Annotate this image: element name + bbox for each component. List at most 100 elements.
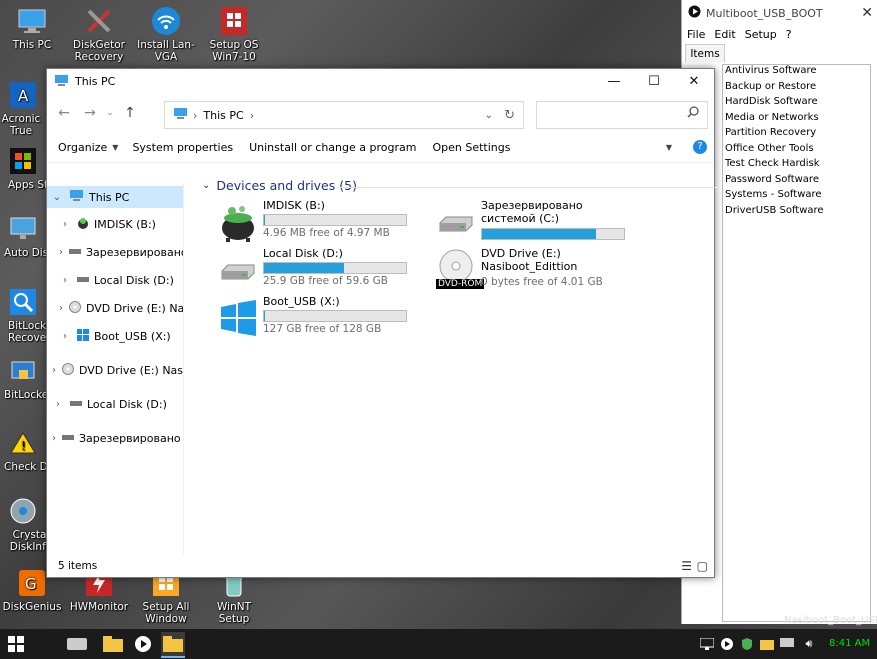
nav-item-reserved[interactable]: › Зарезервировано [47,241,183,263]
clock[interactable]: 8:41 AM [829,638,870,649]
tray-shield-icon[interactable] [738,632,756,656]
chevron-right-icon[interactable]: › [59,219,71,230]
nav-item-local-disk[interactable]: › Local Disk (D:) [47,269,183,291]
volume-icon[interactable]: 🔊︎ [800,632,818,656]
maximize-button[interactable]: ☐ [634,69,674,94]
tiles-view-icon[interactable]: ▢ [697,559,708,573]
open-settings-button[interactable]: Open Settings [432,141,510,154]
chevron-down-icon[interactable]: ⌄ [51,192,63,203]
back-button[interactable]: ← [51,105,77,121]
drive-tile[interactable]: IMDISK (B:) 4.96 MB free of 4.97 MB [218,199,418,245]
keyboard-icon[interactable] [65,632,89,656]
help-icon[interactable]: ? [693,140,707,154]
drive-usage-bar [263,310,407,322]
menu-edit[interactable]: Edit [714,28,735,41]
dvd-rom-badge: DVD-ROM [436,279,485,289]
chevron-right-icon[interactable]: › [52,365,56,376]
breadcrumb[interactable]: This PC [203,109,243,122]
item-count: 5 items [58,560,98,572]
folder-icon[interactable] [101,632,125,656]
refresh-icon[interactable]: ↻ [504,108,515,123]
chevron-down-icon[interactable]: ⌄ [485,110,493,121]
drive-tile[interactable]: Boot_USB (X:) 127 GB free of 128 GB [218,295,418,341]
file-explorer-taskbar-button[interactable] [161,632,185,658]
menu-setup[interactable]: Setup [745,28,777,41]
computer-icon [54,74,69,90]
search-input[interactable] [536,101,708,129]
list-item[interactable]: Office Other Tools [723,143,870,159]
nav-item-this-pc[interactable]: ⌄ This PC [47,186,183,208]
list-item[interactable]: Systems - Software [723,189,870,205]
drive-name: Зарезервировано системой (C:) [481,199,583,225]
desktop-icon-this-pc[interactable]: This PC [1,6,63,51]
cauldron-icon [218,201,258,242]
tray-play-icon[interactable] [718,632,736,656]
tray-folder-icon[interactable] [758,632,776,656]
more-options-icon[interactable]: ▼ [666,143,672,152]
chevron-right-icon[interactable]: › [59,331,71,342]
drive-usage-bar [263,214,407,226]
drive-tile[interactable]: Local Disk (D:) 25.9 GB free of 59.6 GB [218,247,418,293]
desktop-icon-install-lan[interactable]: Install Lan-VGA [135,6,197,63]
nav-item-reserved-root[interactable]: › Зарезервировано с [47,427,183,449]
list-item[interactable]: Test Check Hardisk [723,158,870,174]
start-button[interactable] [4,632,28,656]
breadcrumb-separator: › [249,108,255,122]
list-item[interactable]: Partition Recovery [723,127,870,143]
network-icon[interactable] [698,632,716,656]
chevron-right-icon[interactable]: › [59,275,71,286]
recent-dropdown[interactable]: ⌄ [103,108,117,118]
tools-icon [84,6,114,36]
organize-button[interactable]: Organize [58,141,107,154]
drive-tile[interactable]: DVD-ROM DVD Drive (E:) Nasiboot_Edittion… [436,247,636,293]
list-item[interactable]: Media or Networks [723,112,870,128]
desktop-icon-diskgetor[interactable]: DiskGetor Recovery [68,6,130,63]
desktop-icon-setup-os[interactable]: Setup OS Win7-10 [203,6,265,63]
forward-button[interactable]: → [77,105,103,121]
disk-info-icon [8,496,38,526]
drive-name: Local Disk (D:) [263,247,343,260]
list-item[interactable]: Backup or Restore [723,81,870,97]
drive-tile[interactable]: Зарезервировано системой (C:) [436,199,636,245]
uninstall-program-button[interactable]: Uninstall or change a program [249,141,416,154]
list-item[interactable]: Antivirus Software [723,65,870,81]
list-item[interactable]: Password Software [723,174,870,190]
command-bar: Organize ▼ System properties Uninstall o… [47,132,714,163]
explorer-titlebar[interactable]: This PC — ☐ ✕ [47,69,714,94]
navigation-pane: ⌄ This PC › IMDISK (B:) › Зарезервирован… [47,183,184,555]
drive-name: Boot_USB (X:) [263,295,340,308]
menu-file[interactable]: File [687,28,705,41]
multiboot-title: Multiboot_USB_BOOT [706,6,823,20]
wifi-icon [151,6,181,36]
tray-monitor-icon[interactable] [778,632,796,656]
hard-drive-icon [218,249,258,289]
close-button[interactable]: ✕ [674,69,714,94]
chevron-right-icon[interactable]: › [59,303,63,314]
nav-item-imdisk[interactable]: › IMDISK (B:) [47,213,183,235]
menu-help[interactable]: ? [786,28,792,41]
up-button[interactable]: ↑ [117,105,143,121]
cauldron-icon [77,217,89,232]
list-item[interactable]: HardDisk Software [723,96,870,112]
drive-free-space: 127 GB free of 128 GB [263,323,382,335]
nav-item-dvd-drive-root[interactable]: › DVD Drive (E:) Nasib [47,359,183,381]
group-header[interactable]: ⌄ Devices and drives (5) [202,178,357,193]
list-item[interactable]: DriverUSB Software [723,205,870,221]
minimize-button[interactable]: — [594,69,634,94]
details-view-icon[interactable]: ☰ [681,559,692,573]
chevron-right-icon[interactable]: › [52,433,56,444]
multiboot-titlebar[interactable]: Multiboot_USB_BOOT ✕ [682,0,877,26]
drive-free-space: 0 bytes free of 4.01 GB [481,276,603,288]
status-bar: 5 items ☰ ▢ [47,555,714,577]
diskgenius-icon: G [17,568,47,598]
media-player-icon[interactable] [131,632,155,656]
system-properties-button[interactable]: System properties [132,141,233,154]
close-icon[interactable]: ✕ [861,5,873,21]
nav-item-local-disk-root[interactable]: › Local Disk (D:) [47,393,183,415]
address-bar[interactable]: › This PC › ⌄ ↻ [164,101,524,129]
nav-item-boot-usb[interactable]: › Boot_USB (X:) [47,325,183,347]
nav-item-dvd-drive[interactable]: › DVD Drive (E:) Nasi [47,297,183,319]
tab-items[interactable]: Items [685,44,725,62]
chevron-right-icon[interactable]: › [59,247,63,258]
chevron-right-icon[interactable]: › [52,399,64,410]
